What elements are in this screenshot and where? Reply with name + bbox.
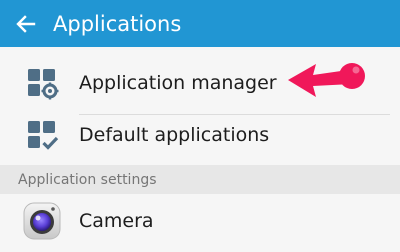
section-label: Application settings xyxy=(18,171,157,188)
back-arrow-icon xyxy=(16,14,36,33)
apps-check-icon xyxy=(22,115,62,155)
camera-icon xyxy=(22,201,62,241)
list-item-label: Default applications xyxy=(79,124,270,146)
page-title: Applications xyxy=(53,11,182,36)
app-bar: Applications xyxy=(0,0,400,47)
pointer-arrow-icon xyxy=(288,63,365,97)
apps-gear-icon xyxy=(22,63,62,103)
back-button[interactable] xyxy=(15,13,37,35)
list-item-camera[interactable]: Camera xyxy=(0,190,400,252)
list-item-label: Camera xyxy=(79,210,154,232)
list-item-label: Application manager xyxy=(79,72,277,94)
list-item-default-applications[interactable]: Default applications xyxy=(0,104,400,166)
